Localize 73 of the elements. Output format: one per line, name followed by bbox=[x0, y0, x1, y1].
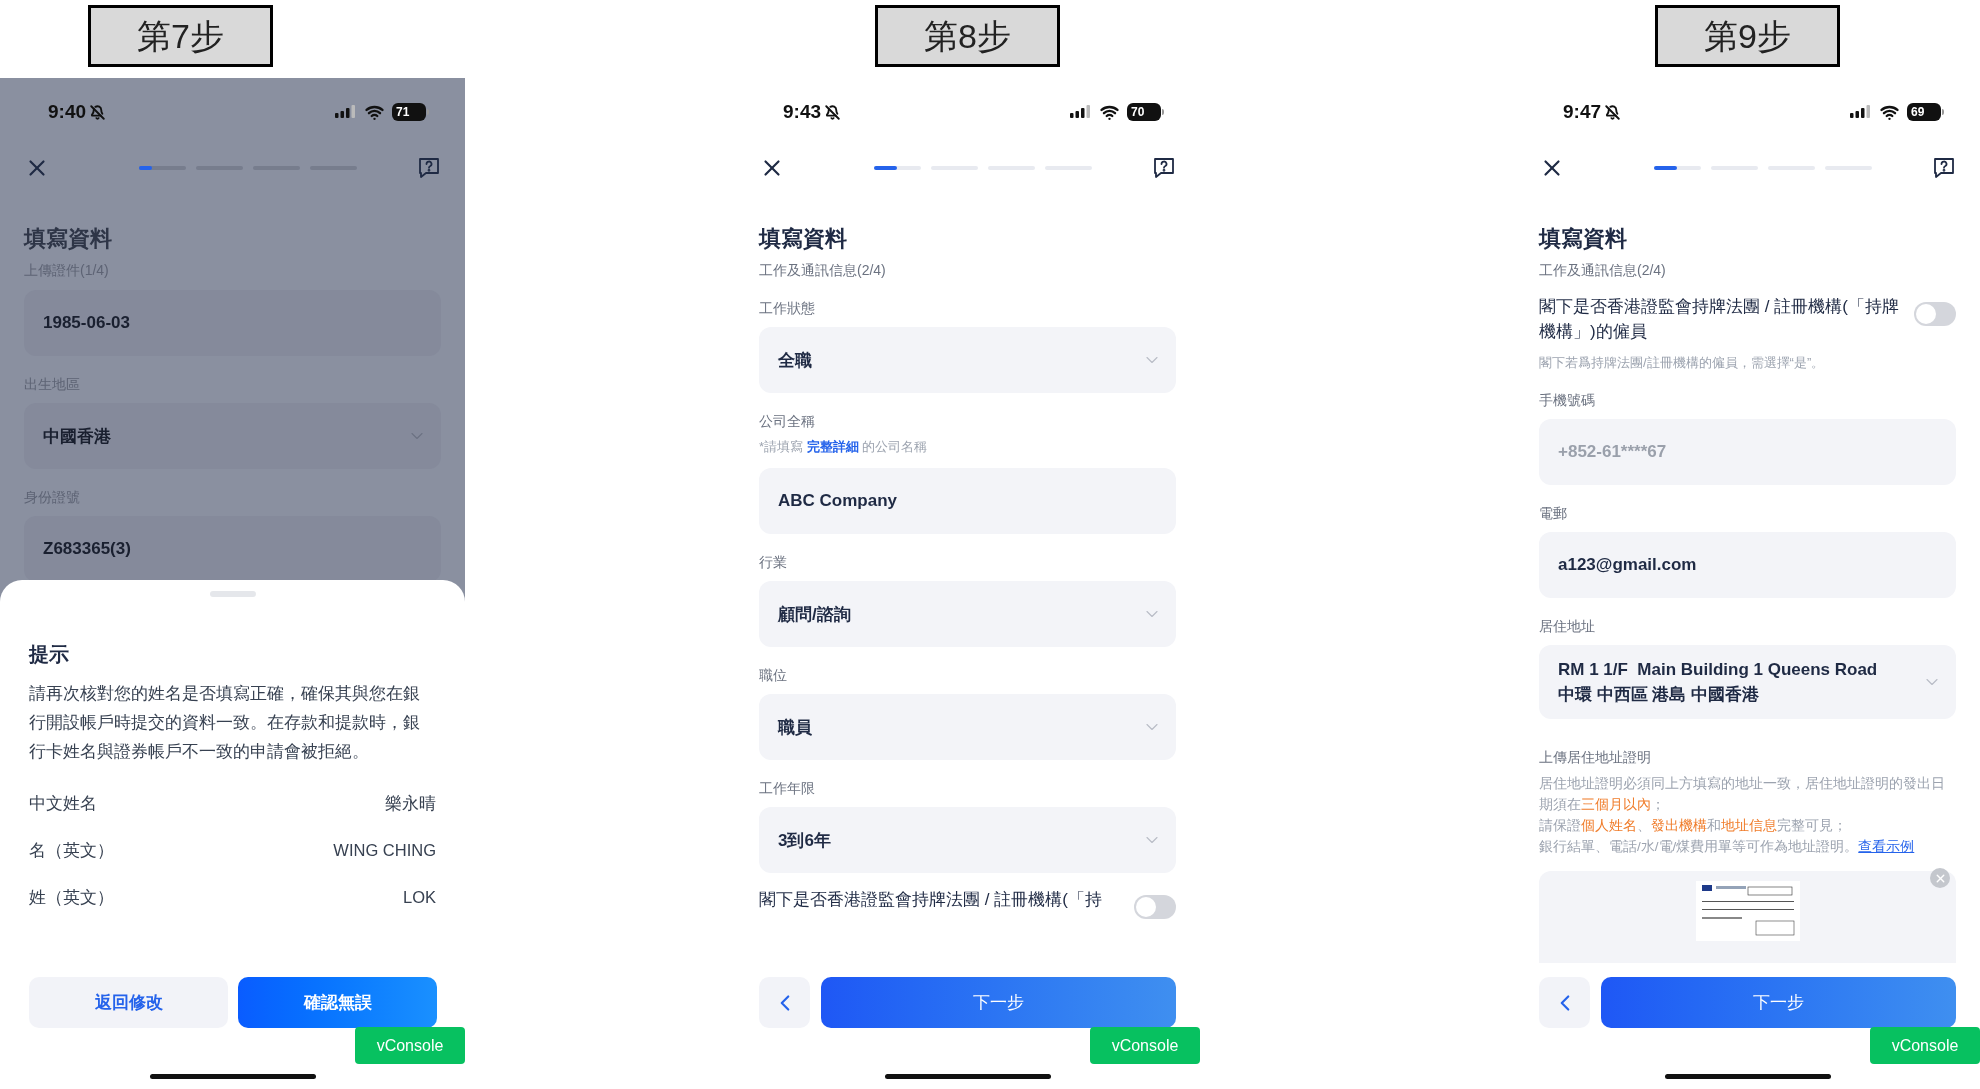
select-value: 職員 bbox=[778, 716, 812, 739]
select-field[interactable]: 顧問/諮詢 bbox=[759, 581, 1176, 647]
select-value: 全職 bbox=[778, 349, 812, 372]
vconsole-button[interactable]: vConsole bbox=[355, 1027, 465, 1064]
battery-indicator: 71 bbox=[392, 103, 429, 121]
step-label: 第7步 bbox=[88, 5, 273, 67]
toggle-switch[interactable] bbox=[1134, 895, 1176, 919]
battery-indicator: 70 bbox=[1127, 103, 1164, 121]
vconsole-button[interactable]: vConsole bbox=[1090, 1027, 1200, 1064]
back-button[interactable]: 返回修改 bbox=[29, 977, 228, 1028]
select-value: RM 1 1/F Main Building 1 Queens Road bbox=[1558, 659, 1878, 681]
select-value: 中環 中西區 港島 中國香港 bbox=[1558, 684, 1761, 706]
status-time: 9:43 bbox=[783, 99, 822, 124]
vconsole-button[interactable]: vConsole bbox=[1870, 1027, 1980, 1064]
field-label: 上傳居住地址證明 bbox=[1539, 748, 1652, 767]
toggle-switch[interactable] bbox=[1914, 302, 1956, 326]
page-title: 填寫資料 bbox=[1539, 225, 1628, 253]
select-value: 顧問/諮詢 bbox=[778, 603, 851, 626]
field-label: 公司全稱 bbox=[759, 412, 816, 431]
select-value: 3到6年 bbox=[778, 829, 831, 852]
question-note: 閣下若爲持牌法團/註冊機構的僱員，需選擇“是”。 bbox=[1539, 354, 1826, 372]
text-input-field[interactable]: Z683365(3) bbox=[24, 516, 441, 582]
detail-value: WING CHING bbox=[333, 840, 436, 861]
next-button[interactable]: 下一步 bbox=[821, 977, 1176, 1028]
help-icon[interactable] bbox=[1932, 156, 1956, 180]
page-title: 填寫資料 bbox=[759, 225, 848, 253]
battery-indicator: 69 bbox=[1907, 103, 1944, 121]
question-text: 閣下是否香港證監會持牌法團 / 註冊機構(「持 bbox=[759, 889, 1102, 911]
field-label: 電郵 bbox=[1539, 504, 1568, 523]
field-label: 手機號碼 bbox=[1539, 391, 1596, 410]
signal-icon bbox=[1070, 105, 1092, 119]
signal-icon bbox=[1850, 105, 1872, 119]
status-time: 9:47 bbox=[1563, 99, 1602, 124]
help-icon[interactable] bbox=[1152, 156, 1176, 180]
view-example-link[interactable]: 查看示例 bbox=[1858, 836, 1915, 857]
confirm-button[interactable]: 確認無誤 bbox=[238, 977, 437, 1028]
next-button[interactable]: 下一步 bbox=[1601, 977, 1956, 1028]
requirement-note: 居住地址證明必須同上方填寫的地址一致，居住地址證明的發出日期須在三個月以內； bbox=[1539, 775, 1946, 814]
detail-value: LOK bbox=[402, 887, 436, 908]
status-time: 9:40 bbox=[48, 99, 87, 124]
bell-off-icon bbox=[1605, 104, 1621, 120]
field-label: 職位 bbox=[759, 666, 788, 685]
step-label: 第9步 bbox=[1655, 5, 1840, 67]
detail-value: 樂永晴 bbox=[385, 793, 436, 814]
step-label: 第8步 bbox=[875, 5, 1060, 67]
page-title: 填寫資料 bbox=[24, 225, 113, 253]
detail-label: 中文姓名 bbox=[29, 793, 97, 814]
page-subtitle: 工作及通訊信息(2/4) bbox=[1539, 261, 1667, 280]
field-label: 居住地址 bbox=[1539, 617, 1596, 636]
text-input-field[interactable]: ABC Company bbox=[759, 468, 1176, 534]
sheet-message: 請再次核對您的姓名是否填寫正確，確保其與您在銀行開設帳戶時提交的資料一致。在存款和提款時，銀行卡姓名與證券帳戶不一致的申請會被拒絕。 bbox=[29, 683, 421, 762]
detail-label: 名（英文） bbox=[29, 840, 114, 861]
select-field[interactable]: 3到6年 bbox=[759, 807, 1176, 873]
select-value: 中國香港 bbox=[43, 425, 111, 448]
requirement-note: 請保證個人姓名、發出機構和地址信息完整可見； bbox=[1539, 817, 1848, 835]
field-label: 行業 bbox=[759, 553, 788, 572]
signal-icon bbox=[335, 105, 357, 119]
bell-off-icon bbox=[825, 104, 841, 120]
select-field[interactable]: 職員 bbox=[759, 694, 1176, 760]
detail-label: 姓（英文） bbox=[29, 887, 114, 908]
field-label: 工作狀態 bbox=[759, 299, 816, 318]
page-subtitle: 工作及通訊信息(2/4) bbox=[759, 261, 887, 280]
field-hint: *請填寫 完整詳細 的公司名稱 bbox=[759, 438, 929, 456]
select-field[interactable]: 全職 bbox=[759, 327, 1176, 393]
bell-off-icon bbox=[90, 104, 106, 120]
question-text: 閣下是否香港證監會持牌法團 / 註冊機構(「持牌機構」)的僱員 bbox=[1539, 296, 1900, 343]
sheet-title: 提示 bbox=[29, 642, 70, 667]
select-field[interactable]: 中國香港 bbox=[24, 403, 441, 469]
field-label: 工作年限 bbox=[759, 779, 816, 798]
text-input-field[interactable]: a123@gmail.com bbox=[1539, 532, 1956, 598]
select-field[interactable]: RM 1 1/F Main Building 1 Queens Road 中環 中西區 港島 中國香港 bbox=[1539, 645, 1956, 719]
text-input-field[interactable]: 1985-06-03 bbox=[24, 290, 441, 356]
requirement-note: 銀行結單、電話/水/電/煤費用單等可作為地址證明。 bbox=[1539, 838, 1859, 856]
